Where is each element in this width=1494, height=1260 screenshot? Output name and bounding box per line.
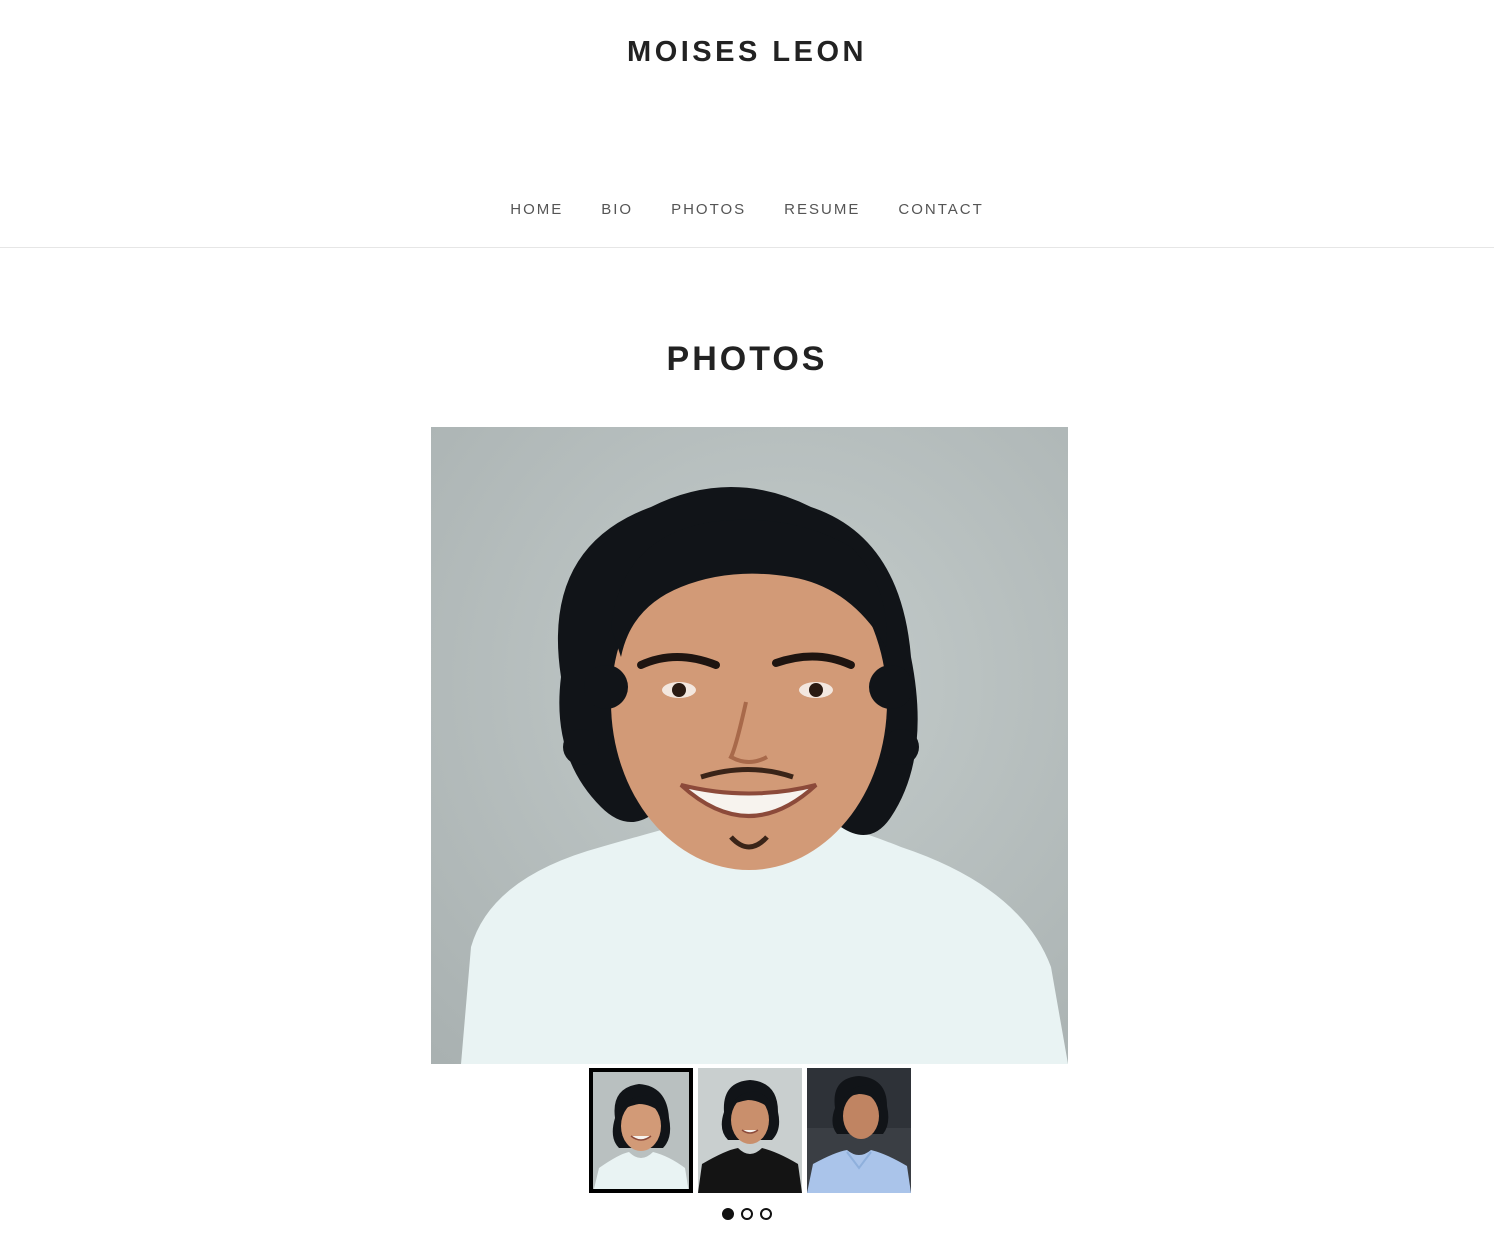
thumbnail-active-border [589,1068,693,1193]
page-title: PHOTOS [666,340,828,378]
header-divider [0,247,1494,248]
nav-item-bio[interactable]: BIO [601,201,633,218]
nav-item-home[interactable]: HOME [510,201,563,218]
main-headshot-photo[interactable] [431,427,1068,1064]
pager-dot-2[interactable] [741,1208,753,1220]
thumbnail-strip [589,1068,911,1194]
nav-item-photos[interactable]: PHOTOS [671,201,746,218]
thumbnail-3[interactable] [807,1068,911,1193]
main-nav: HOME BIO PHOTOS RESUME CONTACT [0,201,1494,218]
thumbnail-2[interactable] [698,1068,802,1193]
pager-dot-1[interactable] [722,1208,734,1220]
headshot-illustration [431,427,1068,1064]
nav-item-contact[interactable]: CONTACT [898,201,983,218]
thumbnail-2-image [698,1068,802,1193]
thumbnail-3-image [807,1068,911,1193]
thumbnail-1[interactable] [589,1068,693,1193]
pager-dot-3[interactable] [760,1208,772,1220]
slide-pager [0,1208,1494,1220]
site-title[interactable]: MOISES LEON [0,36,1494,69]
nav-item-resume[interactable]: RESUME [784,201,860,218]
